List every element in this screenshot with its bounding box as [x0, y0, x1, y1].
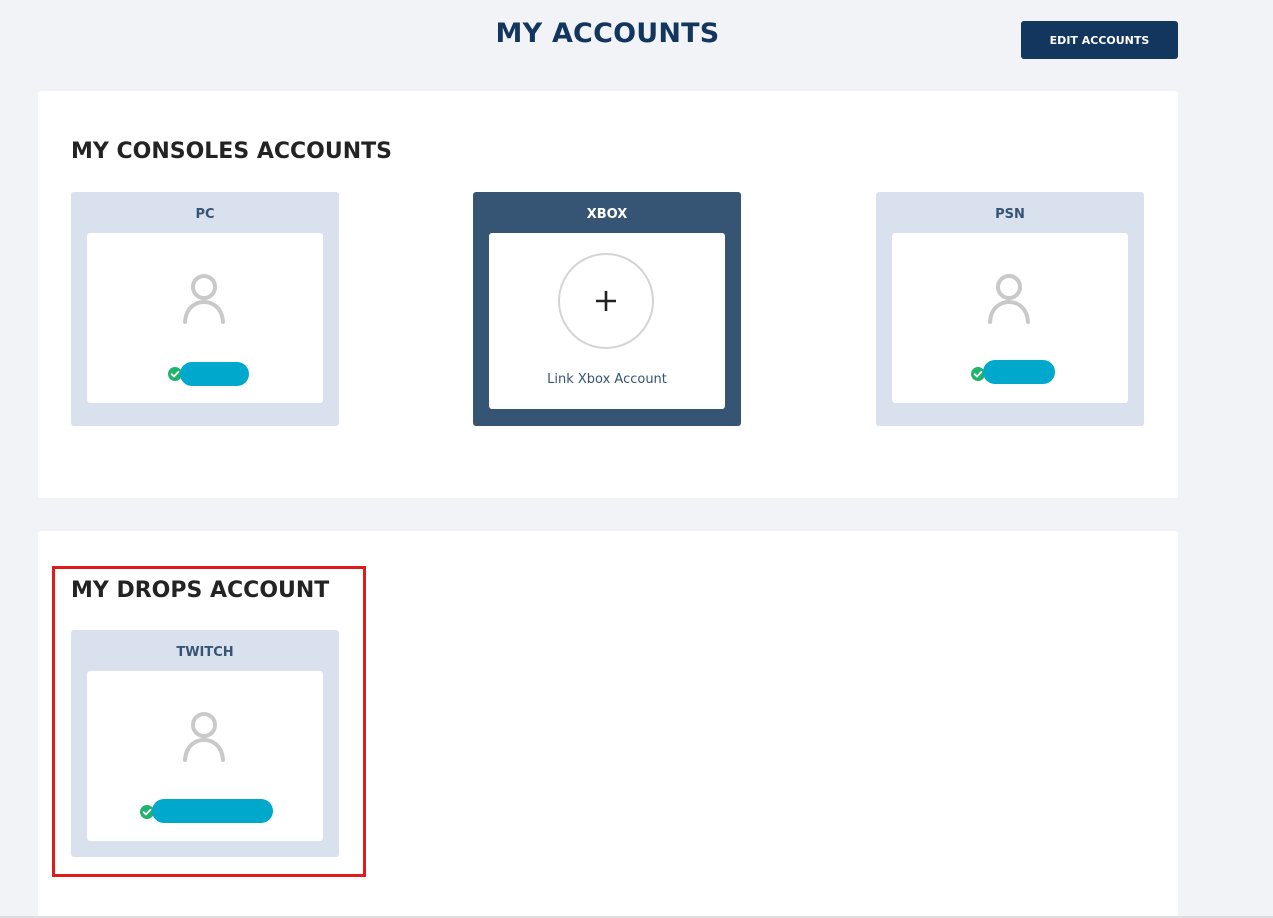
- redacted-username: [983, 360, 1055, 384]
- edit-accounts-button[interactable]: EDIT ACCOUNTS: [1021, 21, 1178, 59]
- xbox-card-label: XBOX: [586, 207, 628, 222]
- redacted-username: [152, 799, 273, 823]
- xbox-account-card[interactable]: XBOX Link Xbox Account: [473, 192, 741, 426]
- link-xbox-button[interactable]: [558, 253, 654, 349]
- pc-account-card[interactable]: PC: [71, 192, 339, 426]
- link-xbox-text[interactable]: Link Xbox Account: [489, 372, 725, 387]
- drops-panel: MY DROPS ACCOUNT TWITCH: [38, 531, 1178, 918]
- xbox-card-body: Link Xbox Account: [489, 233, 725, 409]
- twitch-account-card[interactable]: TWITCH: [71, 630, 339, 857]
- pc-card-body: [87, 233, 323, 403]
- user-avatar-icon: [183, 274, 225, 324]
- psn-card-label: PSN: [995, 207, 1025, 222]
- plus-icon: [596, 291, 616, 311]
- user-avatar-icon: [183, 712, 225, 762]
- pc-card-label: PC: [195, 207, 215, 222]
- consoles-section-title: MY CONSOLES ACCOUNTS: [71, 139, 392, 164]
- twitch-card-label: TWITCH: [176, 645, 234, 660]
- psn-card-body: [892, 233, 1128, 403]
- redacted-username: [180, 362, 249, 386]
- drops-section-title: MY DROPS ACCOUNT: [71, 578, 330, 603]
- user-avatar-icon: [988, 274, 1030, 324]
- twitch-card-body: [87, 671, 323, 841]
- consoles-panel: MY CONSOLES ACCOUNTS PC XBOX Link Xbox A: [38, 91, 1178, 498]
- psn-account-card[interactable]: PSN: [876, 192, 1144, 426]
